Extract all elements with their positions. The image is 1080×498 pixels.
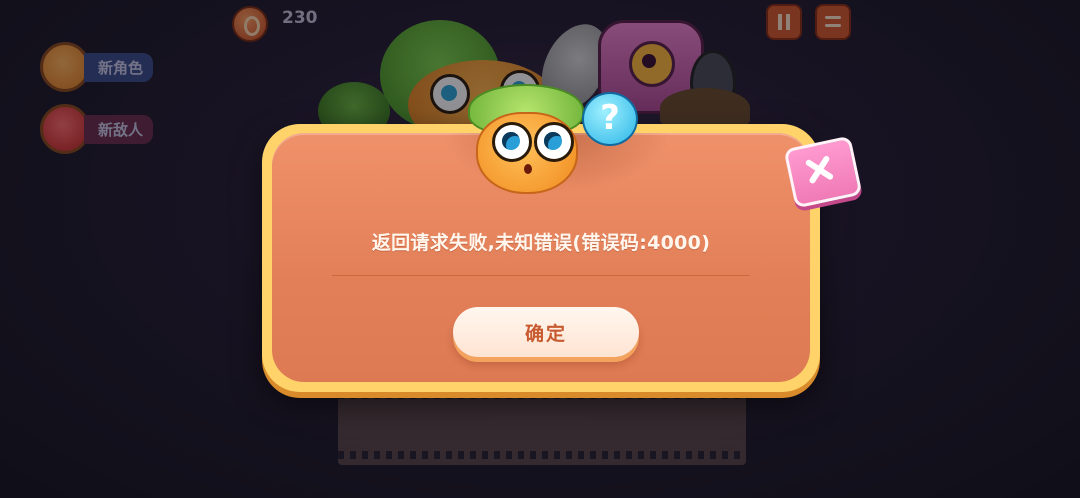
- mascot-eye-icon: [492, 122, 532, 162]
- mascot-eye-icon: [534, 122, 574, 162]
- film-strip: [338, 385, 746, 465]
- confirm-button[interactable]: 确定: [453, 307, 639, 357]
- confused-carrot-mascot: ?: [462, 84, 638, 194]
- close-icon: [805, 156, 834, 184]
- mascot-mouth: [524, 164, 532, 174]
- divider: [332, 275, 750, 276]
- question-mark-icon: ?: [582, 92, 638, 146]
- confirm-button-label: 确定: [524, 322, 567, 345]
- error-message: 返回请求失败,未知错误(错误码:4000): [371, 232, 711, 254]
